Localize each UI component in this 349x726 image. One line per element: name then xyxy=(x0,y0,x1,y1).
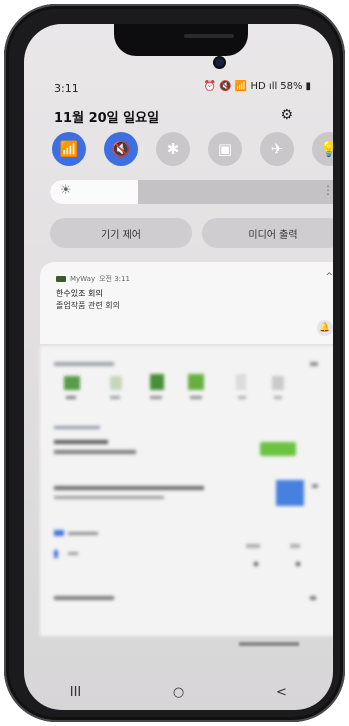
screen: 3:11 ⏰ 🔇 📶 HD ıll 58% ▮ 11월 20일 일요일 ⚙ 📶 … xyxy=(24,24,333,710)
wifi-icon: 📶 xyxy=(59,140,79,158)
blurred-text xyxy=(274,396,282,399)
settings-gear-icon[interactable]: ⚙ xyxy=(280,107,293,123)
blurred-text xyxy=(254,562,258,566)
flashlight-toggle-icon[interactable]: 💡 xyxy=(312,132,333,166)
navigation-bar: III ○ < xyxy=(24,674,333,710)
app-logo-icon xyxy=(56,276,66,282)
rotation-toggle-icon[interactable]: ▣ xyxy=(208,132,242,166)
recents-button[interactable]: III xyxy=(56,685,96,700)
airplane-toggle-icon[interactable]: ✈ xyxy=(260,132,294,166)
notification-app: MyWay xyxy=(70,275,96,283)
front-camera xyxy=(215,58,224,67)
airplane-icon: ✈ xyxy=(270,140,284,158)
blurred-notifications xyxy=(40,346,333,636)
phone-frame: 3:11 ⏰ 🔇 📶 HD ıll 58% ▮ 11월 20일 일요일 ⚙ 📶 … xyxy=(4,4,345,722)
status-icons: ⏰ 🔇 📶 HD ıll 58% ▮ xyxy=(204,81,311,92)
blurred-icon xyxy=(188,374,204,390)
rotation-lock-icon: ▣ xyxy=(217,140,233,158)
notch xyxy=(114,24,248,56)
status-time: 3:11 xyxy=(54,82,79,95)
battery-level: 58% xyxy=(280,81,303,92)
flashlight-icon: 💡 xyxy=(319,140,333,158)
blurred-text xyxy=(296,562,300,566)
notification-title: 한수있조 회의 xyxy=(56,289,103,298)
brightness-slider[interactable]: ☀ ⋮ xyxy=(50,180,333,204)
blurred-text xyxy=(54,450,136,454)
control-buttons: 기기 제어 미디어 출력 xyxy=(50,218,333,248)
bell-icon[interactable]: 🔔 xyxy=(317,320,333,336)
notification-body: 졸업작품 관련 회의 xyxy=(56,301,120,310)
chevron-up-icon[interactable]: ^ xyxy=(325,272,333,282)
blurred-text xyxy=(54,596,114,600)
mute-icon: 🔇 xyxy=(111,140,131,158)
blurred-text xyxy=(54,496,164,499)
back-button[interactable]: < xyxy=(262,685,302,700)
blurred-icon xyxy=(64,376,80,390)
sound-toggle-icon[interactable]: 🔇 xyxy=(104,132,138,166)
blurred-icon xyxy=(272,376,284,390)
blurred-text xyxy=(190,396,202,399)
blurred-icon xyxy=(276,480,304,506)
notification-time: 오전 3:11 xyxy=(99,275,130,283)
quick-settings-row: 📶 🔇 ✱ ▣ ✈ 💡 xyxy=(52,132,333,166)
blurred-text xyxy=(246,544,260,548)
blurred-icon xyxy=(54,530,64,536)
media-output-button[interactable]: 미디어 출력 xyxy=(202,218,333,248)
sun-icon: ☀ xyxy=(60,183,72,198)
more-vertical-icon[interactable]: ⋮ xyxy=(322,183,333,197)
blurred-text xyxy=(150,396,162,399)
blurred-text xyxy=(310,362,318,366)
speaker xyxy=(184,34,234,38)
status-indicators: ⏰ 🔇 📶 HD ıll xyxy=(203,81,278,92)
blurred-text xyxy=(68,552,78,555)
bluetooth-toggle-icon[interactable]: ✱ xyxy=(156,132,190,166)
blurred-icon xyxy=(236,374,246,390)
blurred-text xyxy=(66,396,76,399)
blurred-text xyxy=(290,544,300,548)
battery-icon: ▮ xyxy=(305,81,311,92)
notification-header: MyWay 오전 3:11 xyxy=(56,274,130,284)
notification-card[interactable]: MyWay 오전 3:11 ^ 한수있조 회의 졸업작품 관련 회의 🔔 xyxy=(40,262,333,344)
blurred-text xyxy=(54,426,100,429)
wifi-toggle-icon[interactable]: 📶 xyxy=(52,132,86,166)
blurred-text xyxy=(238,396,246,399)
blurred-text xyxy=(54,440,108,444)
blurred-text xyxy=(68,532,98,535)
blurred-text xyxy=(54,362,114,366)
device-control-button[interactable]: 기기 제어 xyxy=(50,218,192,248)
blurred-text xyxy=(110,396,120,399)
blurred-button xyxy=(260,442,296,456)
blurred-text xyxy=(54,486,204,490)
blurred-text xyxy=(312,484,318,488)
blurred-icon xyxy=(110,376,122,390)
blurred-text xyxy=(310,596,316,600)
bluetooth-icon: ✱ xyxy=(166,140,180,158)
home-button[interactable]: ○ xyxy=(159,685,199,700)
panel-date: 11월 20일 일요일 xyxy=(54,111,160,126)
blurred-text xyxy=(239,642,299,646)
blurred-icon xyxy=(150,374,164,390)
blurred-icon xyxy=(54,550,58,558)
